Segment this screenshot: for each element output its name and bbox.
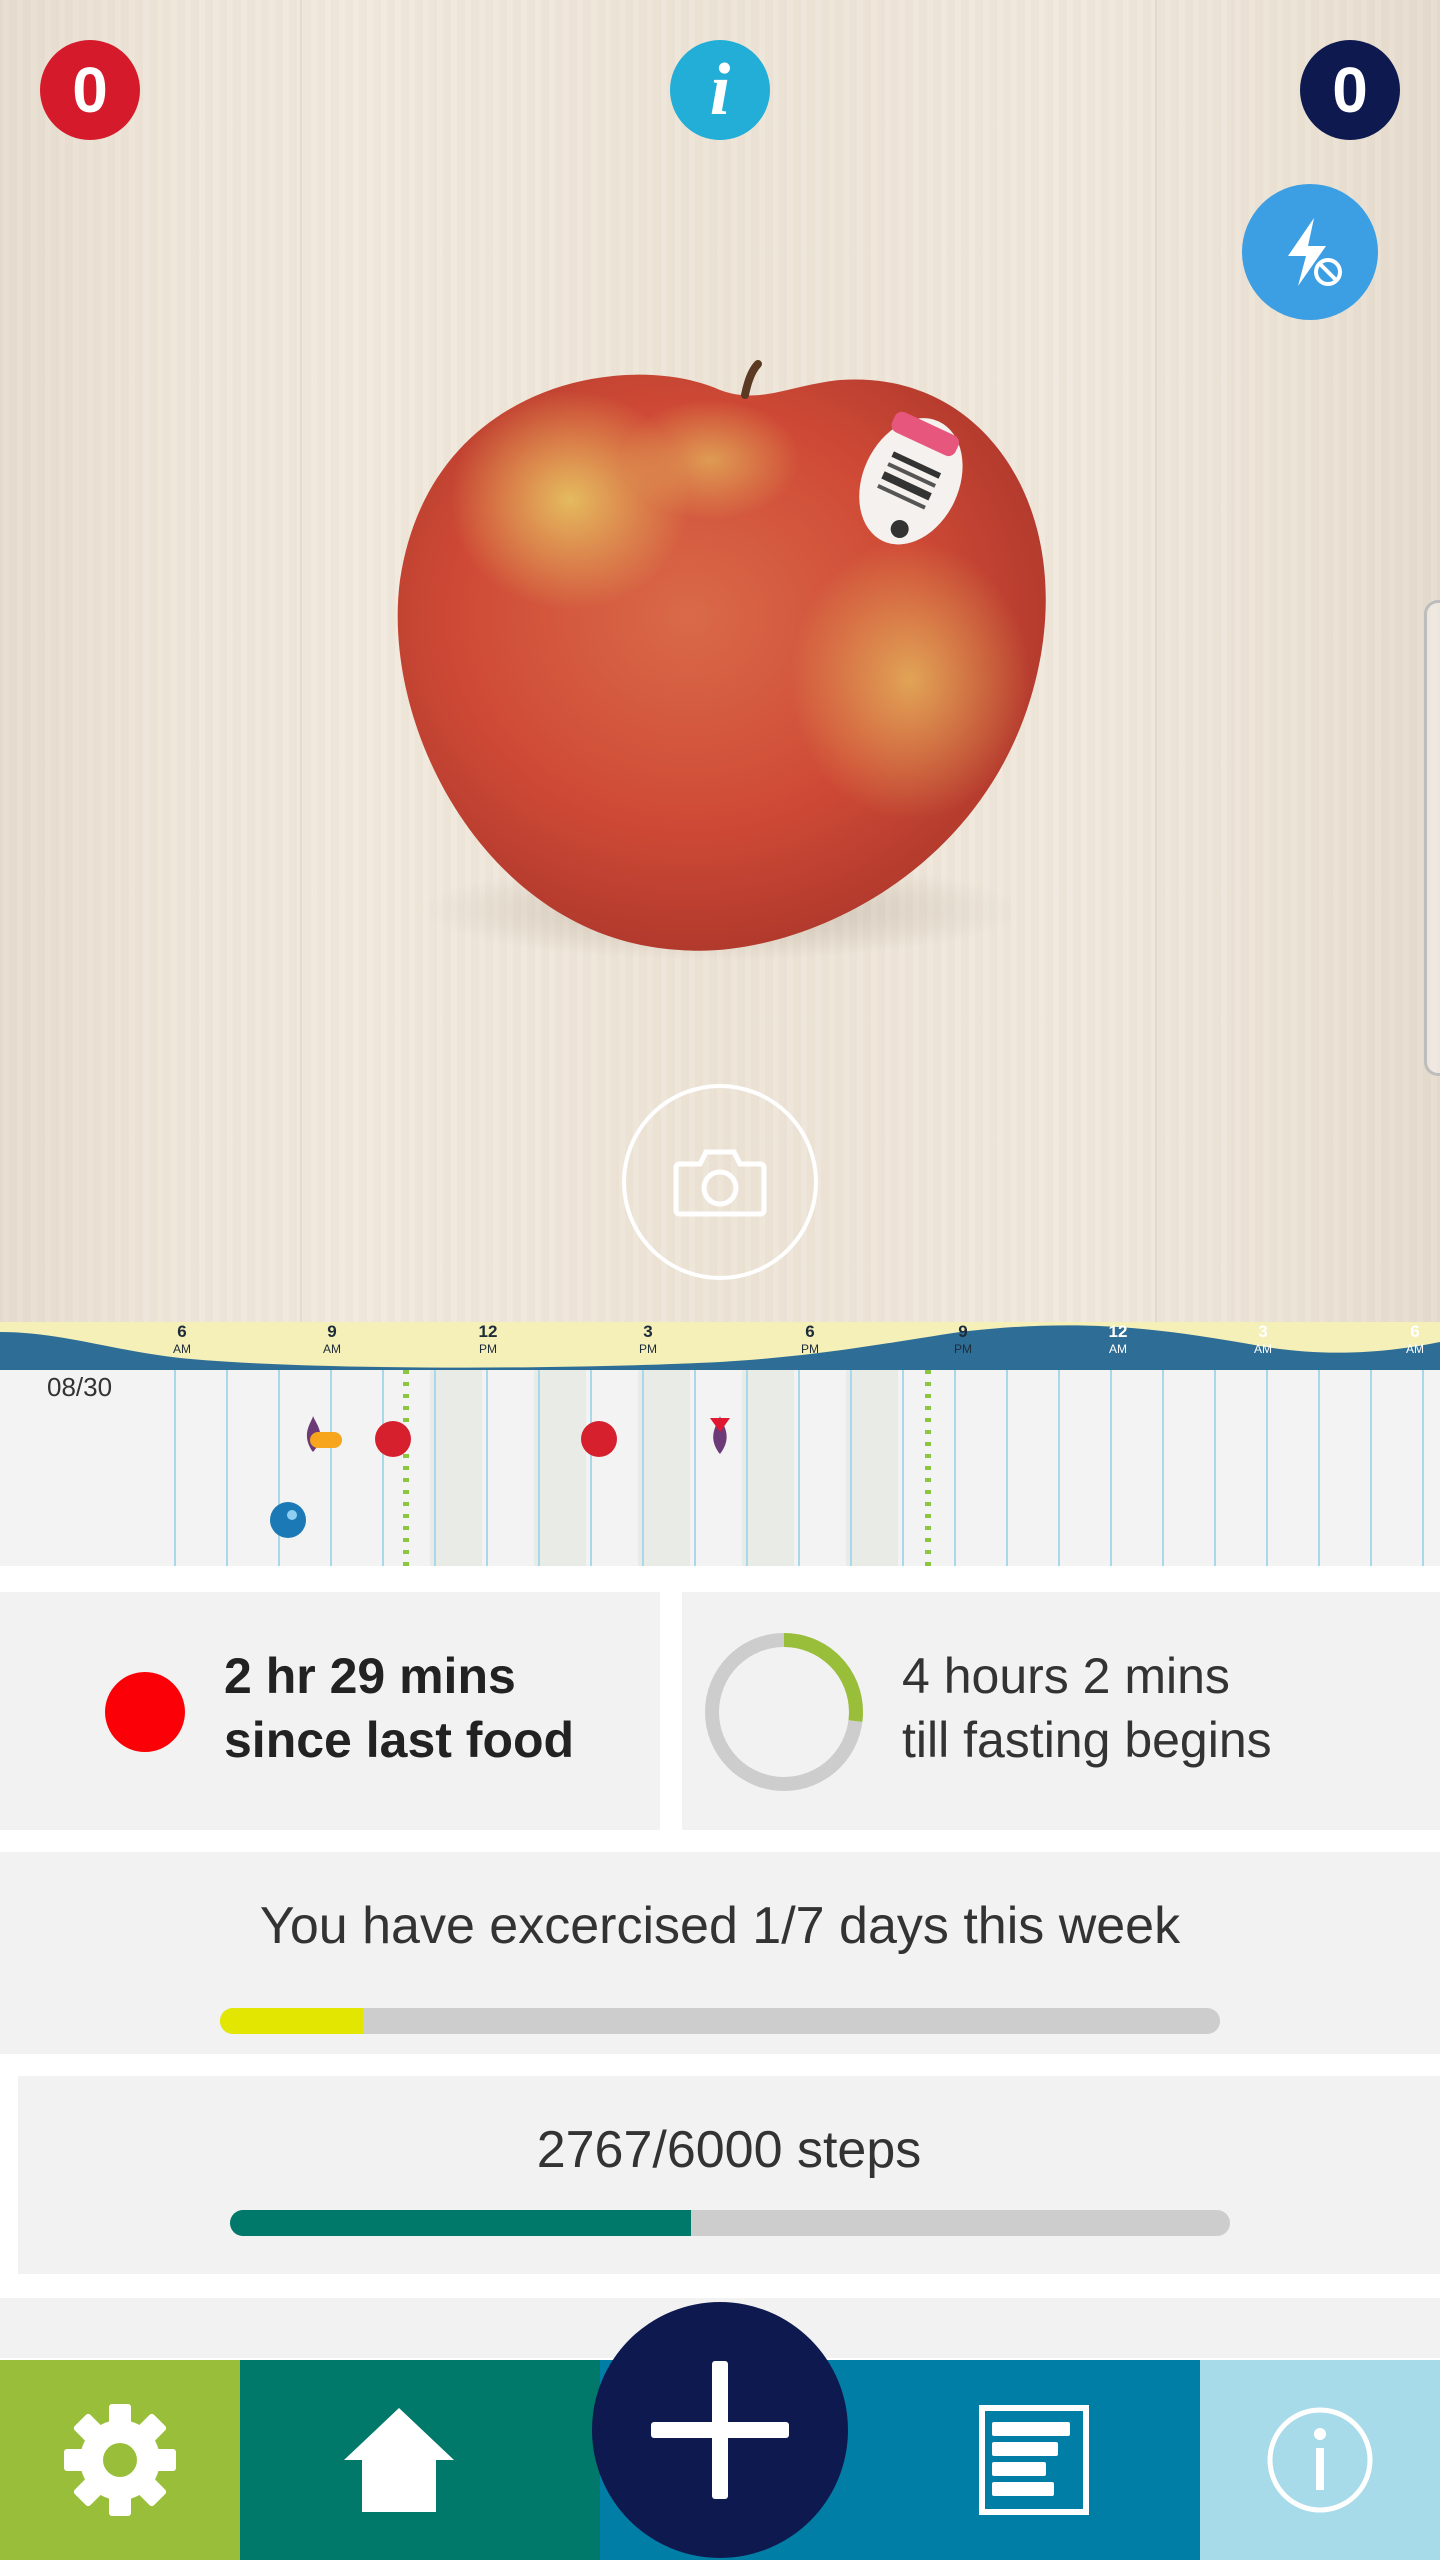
timeline-body: 08/30 xyxy=(0,1370,1440,1574)
timeline-date: 08/30 xyxy=(47,1372,113,1402)
home-icon xyxy=(344,2408,454,2512)
timeline-tick-label: 6 PM xyxy=(801,1322,819,1356)
food-dot-icon xyxy=(375,1421,411,1457)
timeline-tick-label: 12 PM xyxy=(478,1322,498,1356)
nav-settings[interactable] xyxy=(0,2360,240,2560)
timeline-shade xyxy=(742,1370,794,1574)
timeline-shade xyxy=(430,1370,482,1574)
steps-progress-bar xyxy=(230,2210,1230,2236)
side-panel-handle[interactable] xyxy=(1424,600,1440,1076)
fasting-caption: till fasting begins xyxy=(902,1712,1272,1768)
fasting-progress-ring xyxy=(705,1633,863,1791)
flash-glyph xyxy=(1288,218,1342,286)
daily-timeline[interactable]: 6 AM 9 AM 12 PM 3 PM 6 PM 9 PM 12 AM 3 AM 6 AM 08/30 xyxy=(0,1322,1440,1574)
timeline-tick-label: 12 AM xyxy=(1108,1322,1128,1356)
timeline-bottom-edge xyxy=(0,1566,1440,1574)
app-root: 0 i 0 6 AM 9 AM 12 PM 3 PM 6 PM 9 PM 12 AM 3 AM 6 AM xyxy=(0,0,1440,2560)
exercise-card[interactable]: You have excercised 1/7 days this week xyxy=(0,1852,1440,2054)
shutter-button[interactable] xyxy=(622,1084,818,1280)
food-dot-icon xyxy=(105,1672,185,1752)
last-food-text: 2 hr 29 mins since last food xyxy=(224,1644,574,1772)
info-icon[interactable]: i xyxy=(670,40,770,140)
pill-icon xyxy=(310,1432,342,1448)
left-counter-badge[interactable]: 0 xyxy=(40,40,140,140)
nav-info[interactable] xyxy=(1200,2360,1440,2560)
camera-preview: 0 i 0 xyxy=(0,0,1440,1322)
wood-seam xyxy=(1155,0,1157,1322)
timeline-shade xyxy=(638,1370,690,1574)
steps-title: 2767/6000 steps xyxy=(536,2121,922,2179)
nav-home[interactable] xyxy=(240,2360,600,2560)
timeline-tick-label: 3 PM xyxy=(639,1322,657,1356)
plus-icon xyxy=(651,2361,789,2499)
timeline-tick-label: 6 AM xyxy=(173,1322,191,1356)
day-night-wave xyxy=(0,1322,1440,1370)
log-list-icon xyxy=(979,2405,1089,2515)
exercise-title: You have excercised 1/7 days this week xyxy=(259,1897,1181,1955)
timeline-tick-label: 3 AM xyxy=(1254,1322,1272,1356)
camera-icon xyxy=(673,1149,767,1217)
food-dot-icon xyxy=(581,1421,617,1457)
gear-icon xyxy=(64,2404,176,2516)
now-marker-icon xyxy=(710,1418,730,1432)
fasting-card[interactable]: 4 hours 2 mins till fasting begins xyxy=(682,1592,1440,1830)
exercise-ball-highlight xyxy=(287,1510,297,1520)
last-food-caption: since last food xyxy=(224,1712,575,1768)
steps-card[interactable]: 2767/6000 steps xyxy=(18,2076,1440,2274)
exercise-progress-bar xyxy=(220,2008,1220,2034)
apple-image xyxy=(397,360,1046,960)
info-icon xyxy=(1267,2407,1373,2513)
last-food-time: 2 hr 29 mins xyxy=(224,1648,516,1704)
exercise-ball-icon xyxy=(270,1502,306,1538)
timeline-tick-label: 6 AM xyxy=(1406,1322,1424,1356)
fasting-time: 4 hours 2 mins xyxy=(902,1648,1230,1704)
add-entry-button[interactable] xyxy=(592,2302,848,2558)
last-food-card[interactable]: 2 hr 29 mins since last food xyxy=(0,1592,660,1830)
flash-off-icon[interactable] xyxy=(1242,184,1378,320)
exercise-progress-fill xyxy=(220,2008,363,2034)
timeline-shade xyxy=(846,1370,898,1574)
steps-progress-fill xyxy=(230,2210,692,2236)
wood-seam xyxy=(300,0,302,1322)
timeline-grid xyxy=(0,1370,1440,1574)
timeline-header: 6 AM 9 AM 12 PM 3 PM 6 PM 9 PM 12 AM 3 AM 6 AM xyxy=(0,1322,1440,1370)
timeline-shade xyxy=(534,1370,586,1574)
timeline-tick-label: 9 PM xyxy=(954,1322,972,1356)
timeline-tick-label: 9 AM xyxy=(323,1322,341,1356)
right-counter-badge[interactable]: 0 xyxy=(1300,40,1400,140)
fasting-text: 4 hours 2 mins till fasting begins xyxy=(902,1644,1272,1772)
